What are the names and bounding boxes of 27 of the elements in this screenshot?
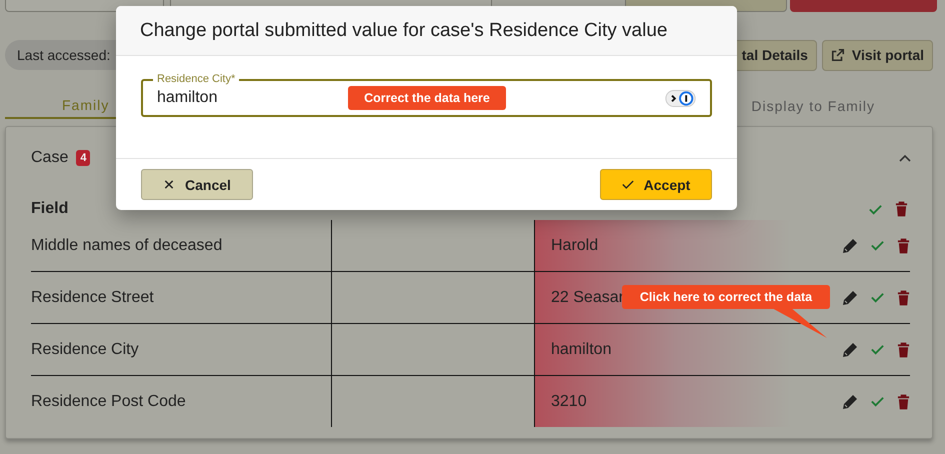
- cancel-button[interactable]: Cancel: [141, 169, 253, 200]
- tab[interactable]: Display to Family: [731, 82, 895, 119]
- trash-icon[interactable]: [895, 201, 908, 217]
- table-cell: Residence City: [31, 324, 332, 375]
- callout: Correct the data here: [348, 86, 506, 110]
- trash-icon[interactable]: [897, 290, 910, 306]
- column-header: Field: [31, 200, 68, 218]
- case-title: Case: [31, 149, 68, 167]
- table-cell: Residence Post Code: [31, 376, 332, 427]
- pencil-icon[interactable]: [842, 342, 858, 358]
- pencil-icon[interactable]: [842, 290, 858, 306]
- pencil-icon[interactable]: [842, 394, 858, 410]
- check-icon: [622, 179, 634, 190]
- accept-button[interactable]: Accept: [600, 169, 712, 200]
- collapse-chevron-icon[interactable]: [898, 153, 912, 163]
- count-badge: 4: [76, 150, 90, 166]
- header-button[interactable]: Visit portal: [822, 40, 933, 70]
- close-icon: [163, 179, 176, 190]
- table-cell: Residence Street: [31, 272, 332, 323]
- trash-icon[interactable]: [897, 238, 910, 254]
- trash-icon[interactable]: [897, 394, 910, 410]
- pencil-icon[interactable]: [842, 238, 858, 254]
- table-cell: Middle names of deceased: [31, 220, 332, 271]
- dialog-title: Change portal submitted value for case's Residence City value: [140, 20, 668, 42]
- trash-icon[interactable]: [897, 342, 910, 358]
- password-manager-icon[interactable]: [665, 90, 696, 106]
- external-link-icon: [830, 48, 845, 62]
